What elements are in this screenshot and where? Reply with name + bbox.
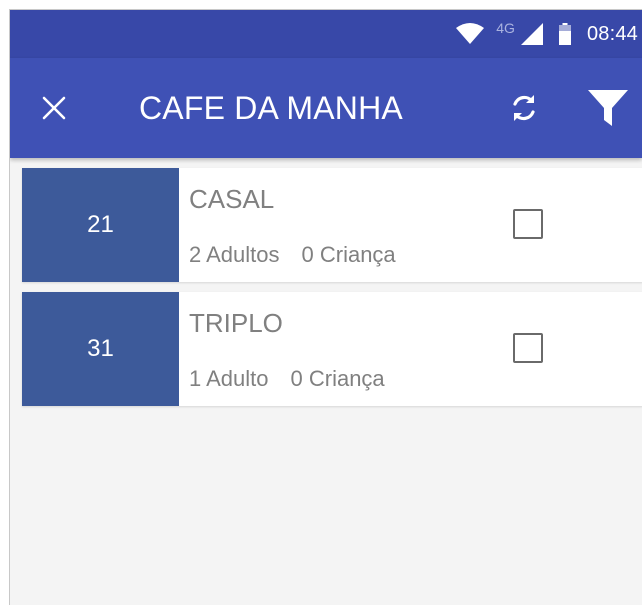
room-checkbox[interactable] — [513, 333, 543, 363]
network-type-label: 4G — [496, 20, 515, 36]
refresh-button[interactable] — [506, 90, 542, 126]
list-item[interactable]: 21 CASAL 2 Adultos 0 Criança — [22, 168, 642, 282]
room-checkbox[interactable] — [513, 209, 543, 239]
page-title: CAFE DA MANHA — [139, 90, 403, 126]
room-type: CASAL — [189, 184, 275, 214]
room-guests: 2 Adultos 0 Criança — [189, 242, 396, 268]
room-number: 21 — [22, 168, 179, 282]
adults-count: 1 Adulto — [189, 366, 269, 391]
room-number: 31 — [22, 292, 179, 406]
refresh-icon — [513, 95, 535, 121]
close-icon — [42, 96, 66, 120]
room-type: TRIPLO — [189, 308, 283, 338]
wifi-icon — [456, 23, 485, 45]
room-list: 21 CASAL 2 Adultos 0 Criança 31 TRIPLO 1 … — [22, 168, 642, 416]
filter-button[interactable] — [586, 88, 630, 128]
close-button[interactable] — [38, 92, 70, 124]
children-count: 0 Criança — [290, 366, 385, 391]
adults-count: 2 Adultos — [189, 242, 280, 267]
status-icons: 4G 08:44 — [456, 18, 638, 50]
app-bar: CAFE DA MANHA — [10, 58, 642, 158]
list-item[interactable]: 31 TRIPLO 1 Adulto 0 Criança — [22, 292, 642, 406]
room-guests: 1 Adulto 0 Criança — [189, 366, 385, 392]
screen: 4G 08:44 CAFE DA MANHA 21 CASAL 2 Adulto… — [9, 9, 642, 605]
signal-icon — [520, 23, 543, 45]
filter-icon — [588, 90, 628, 126]
status-bar: 4G 08:44 — [10, 10, 642, 58]
children-count: 0 Criança — [301, 242, 396, 267]
battery-icon — [558, 23, 571, 45]
status-clock: 08:44 — [586, 22, 638, 45]
